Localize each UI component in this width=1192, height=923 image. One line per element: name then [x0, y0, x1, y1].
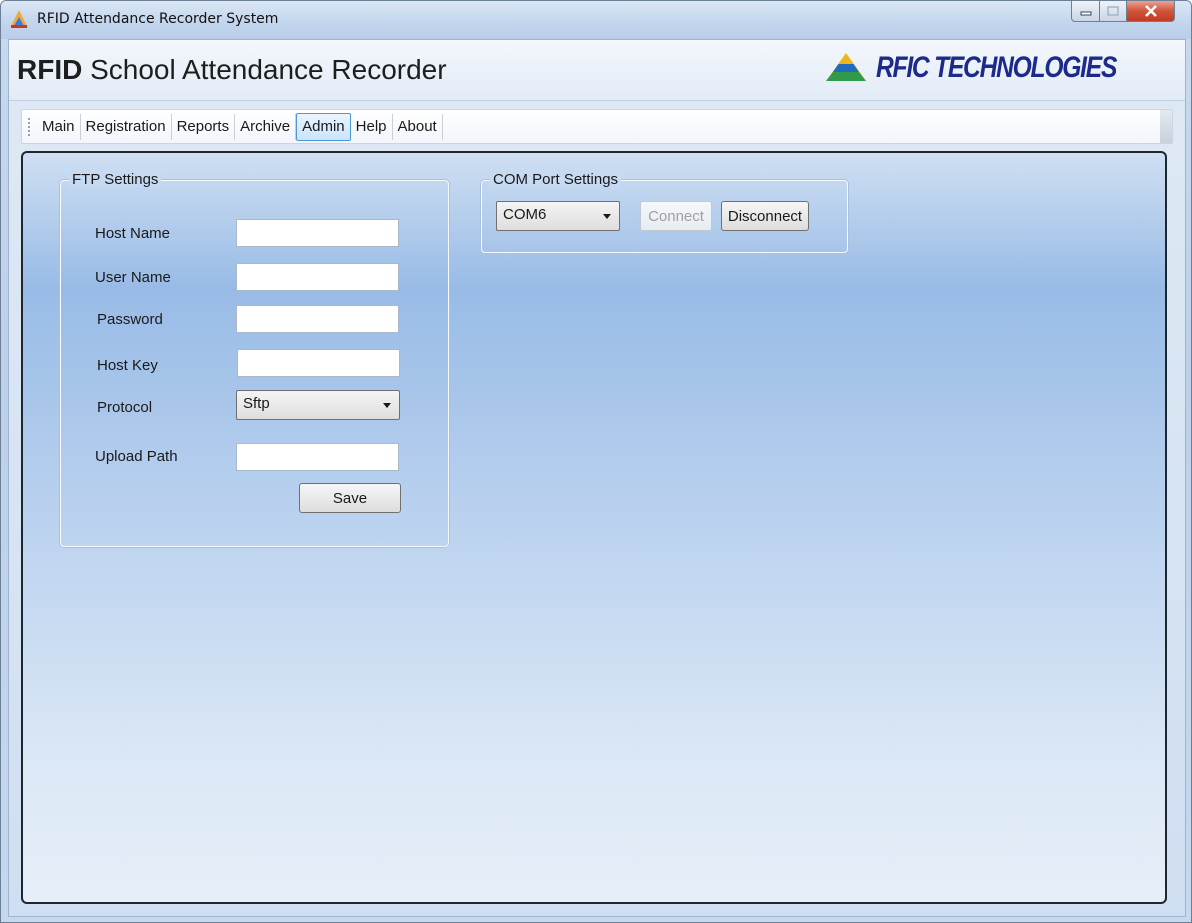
- menu-item-registration[interactable]: Registration: [81, 113, 172, 140]
- menu-item-about[interactable]: About: [393, 113, 443, 140]
- password-label: Password: [97, 311, 163, 328]
- chevron-down-icon: [383, 403, 391, 408]
- title-bar[interactable]: RFID Attendance Recorder System: [1, 1, 1191, 39]
- protocol-select[interactable]: Sftp: [236, 390, 400, 420]
- chevron-down-icon: [603, 214, 611, 219]
- upload-path-label: Upload Path: [95, 448, 178, 465]
- connect-button[interactable]: Connect: [640, 201, 712, 231]
- close-button[interactable]: [1127, 1, 1175, 22]
- minimize-button[interactable]: [1071, 1, 1100, 22]
- protocol-label: Protocol: [97, 399, 153, 416]
- com-port-settings-group: COM Port Settings COM6 Connect Disconnec…: [481, 171, 848, 253]
- com-port-select[interactable]: COM6: [496, 201, 620, 231]
- page-title-bold: RFID: [17, 54, 83, 85]
- app-header: RFID School Attendance Recorder RFIC TEC…: [9, 40, 1185, 101]
- menu-item-admin[interactable]: Admin: [296, 112, 351, 141]
- company-logo: RFIC TECHNOLOGIES: [826, 48, 1169, 88]
- menu-item-reports[interactable]: Reports: [172, 113, 236, 140]
- menu-item-main[interactable]: Main: [37, 113, 81, 140]
- window-title: RFID Attendance Recorder System: [37, 11, 279, 27]
- com-port-settings-title: COM Port Settings: [490, 171, 622, 188]
- com-port-select-value: COM6: [503, 206, 547, 223]
- host-key-field[interactable]: [237, 349, 400, 377]
- save-button[interactable]: Save: [299, 483, 401, 513]
- menu-item-help[interactable]: Help: [351, 113, 393, 140]
- menu-bar: Main Registration Reports Archive Admin …: [21, 109, 1173, 144]
- user-name-field[interactable]: [236, 263, 399, 291]
- client-area: RFID School Attendance Recorder RFIC TEC…: [8, 39, 1186, 917]
- toolbar-overflow-button[interactable]: [1160, 110, 1172, 143]
- maximize-icon: [1107, 6, 1119, 16]
- ftp-settings-group: FTP Settings Host Name User Name Passwor…: [60, 171, 449, 547]
- page-title: RFID School Attendance Recorder: [17, 54, 447, 86]
- app-window: RFID Attendance Recorder System RFID Sch…: [0, 0, 1192, 923]
- host-name-label: Host Name: [95, 225, 171, 242]
- logo-text: RFIC TECHNOLOGIES: [876, 51, 1117, 84]
- admin-panel: FTP Settings Host Name User Name Passwor…: [21, 151, 1167, 904]
- close-icon: [1144, 5, 1157, 17]
- disconnect-button[interactable]: Disconnect: [721, 201, 809, 231]
- minimize-icon: [1080, 11, 1091, 16]
- upload-path-field[interactable]: [236, 443, 399, 471]
- maximize-button[interactable]: [1100, 1, 1127, 22]
- protocol-select-value: Sftp: [243, 395, 270, 412]
- window-controls: [1071, 1, 1175, 23]
- user-name-label: User Name: [95, 269, 171, 286]
- app-icon: [11, 10, 27, 28]
- ftp-settings-title: FTP Settings: [69, 171, 162, 188]
- host-name-field[interactable]: [236, 219, 399, 247]
- password-field[interactable]: [236, 305, 399, 333]
- menu-item-archive[interactable]: Archive: [235, 113, 297, 140]
- host-key-label: Host Key: [97, 357, 158, 374]
- toolbar-grip-icon[interactable]: [27, 116, 31, 137]
- page-title-rest: School Attendance Recorder: [82, 54, 447, 85]
- triangle-logo-icon: [826, 53, 867, 81]
